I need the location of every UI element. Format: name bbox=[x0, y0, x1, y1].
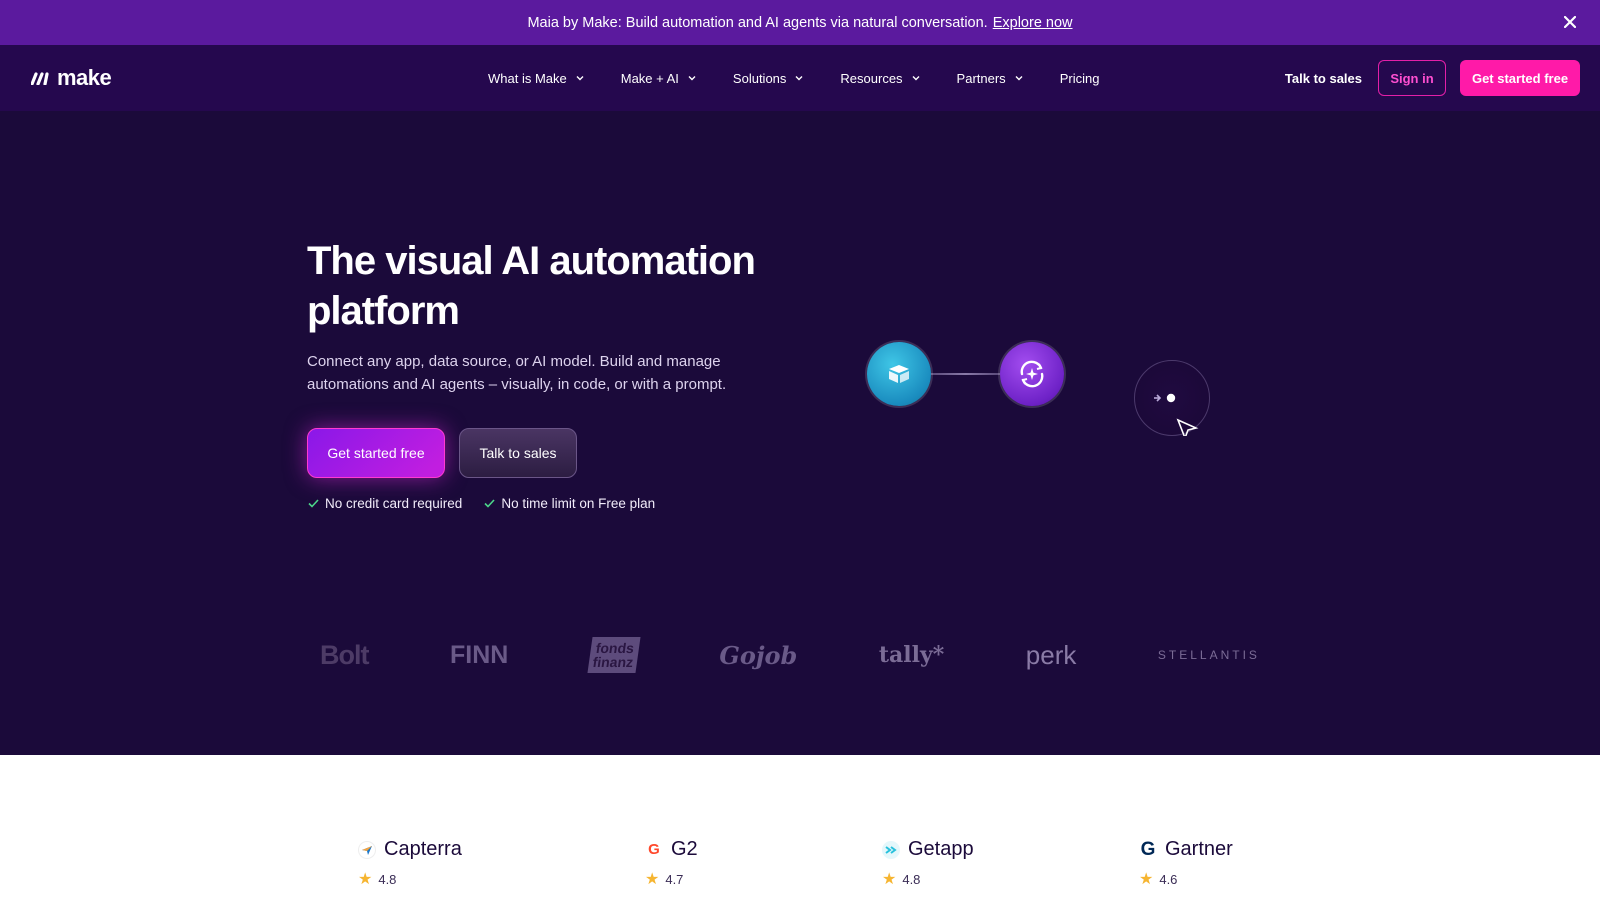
main-navbar: make What is Make Make + AI Solutions Re… bbox=[0, 45, 1600, 111]
rating-score: 4.8 bbox=[378, 871, 397, 887]
chevron-down-icon bbox=[912, 76, 920, 81]
nav-actions: Talk to sales Sign in Get started free bbox=[1285, 60, 1580, 96]
ratings-section bbox=[0, 755, 1600, 900]
announcement-bar: Maia by Make: Build automation and AI ag… bbox=[0, 0, 1600, 45]
check-label: No credit card required bbox=[325, 496, 463, 511]
capterra-icon bbox=[358, 840, 376, 859]
nav-item-resources[interactable]: Resources bbox=[840, 71, 920, 86]
chevron-down-icon bbox=[795, 76, 803, 81]
rating-score: 4.8 bbox=[902, 871, 921, 887]
talk-to-sales-button[interactable]: Talk to sales bbox=[459, 428, 577, 478]
star-icon: ★ bbox=[882, 871, 897, 888]
nav-item-solutions[interactable]: Solutions bbox=[733, 71, 804, 86]
rating-gartner[interactable]: G Gartner ★ 4.6 bbox=[1139, 838, 1233, 889]
talk-to-sales-link[interactable]: Talk to sales bbox=[1285, 71, 1362, 86]
star-icon: ★ bbox=[645, 871, 660, 888]
nav-item-pricing[interactable]: Pricing bbox=[1060, 71, 1100, 86]
getapp-icon bbox=[882, 840, 900, 859]
rating-score: 4.6 bbox=[1159, 871, 1178, 887]
check-icon bbox=[308, 499, 319, 508]
rating-score: 4.7 bbox=[665, 871, 684, 887]
nav-item-make-ai[interactable]: Make + AI bbox=[621, 71, 697, 86]
logo-stellantis: STELLANTIS bbox=[1157, 648, 1260, 662]
make-logo[interactable]: make bbox=[31, 65, 112, 91]
logo-perk: perk bbox=[1025, 639, 1077, 670]
rating-name: Gartner bbox=[1165, 838, 1233, 860]
nav-item-label: Pricing bbox=[1059, 70, 1100, 86]
ai-module-node bbox=[1000, 342, 1064, 406]
brand-name: make bbox=[57, 65, 112, 90]
check-label: No time limit on Free plan bbox=[501, 496, 656, 511]
hero-subtitle: Connect any app, data source, or AI mode… bbox=[307, 353, 727, 393]
box-icon bbox=[889, 365, 909, 383]
chevron-down-icon bbox=[576, 76, 584, 81]
rating-getapp[interactable]: Getapp ★ 4.8 bbox=[882, 838, 974, 889]
logo-bolt: Bolt bbox=[320, 639, 369, 670]
check-item: No time limit on Free plan bbox=[484, 496, 655, 511]
chevron-down-icon bbox=[1015, 76, 1023, 81]
gartner-icon: G bbox=[1140, 838, 1156, 860]
g2-icon: G bbox=[648, 841, 660, 858]
nav-item-label: Make + AI bbox=[620, 70, 679, 86]
chevron-down-icon bbox=[688, 76, 696, 81]
logo-gojob: Gojob bbox=[719, 640, 798, 670]
logo-finn: FINN bbox=[450, 640, 509, 669]
check-icon bbox=[484, 499, 495, 508]
nav-links: What is Make Make + AI Solutions Resourc… bbox=[488, 45, 1135, 111]
explore-now-link[interactable]: Explore now bbox=[993, 15, 1073, 31]
nav-item-label: Resources bbox=[840, 70, 903, 86]
add-module-ring[interactable] bbox=[1134, 360, 1210, 436]
rating-name: G2 bbox=[671, 838, 698, 860]
logo-tally: tally* bbox=[878, 642, 945, 668]
ai-sparkle-icon bbox=[1020, 360, 1044, 388]
nav-item-label: Partners bbox=[956, 70, 1006, 86]
star-icon: ★ bbox=[358, 871, 373, 888]
rating-name: Getapp bbox=[908, 838, 974, 860]
star-icon: ★ bbox=[1139, 871, 1154, 888]
customer-logos: Bolt FINN fonds finanz Gojob tally* perk… bbox=[320, 630, 1260, 680]
logo-fonds-finanz: fonds finanz bbox=[587, 637, 641, 673]
nav-item-label: Solutions bbox=[732, 70, 787, 86]
get-started-nav-button[interactable]: Get started free bbox=[1460, 60, 1580, 96]
workflow-connector bbox=[931, 373, 1000, 375]
check-item: No credit card required bbox=[308, 496, 462, 511]
sign-in-button[interactable]: Sign in bbox=[1378, 60, 1446, 96]
get-started-button[interactable]: Get started free bbox=[307, 428, 445, 478]
cursor-indicator-icon bbox=[1154, 393, 1199, 436]
rating-capterra[interactable]: Capterra ★ 4.8 bbox=[358, 838, 462, 889]
close-icon[interactable] bbox=[1560, 12, 1580, 32]
hero-title: The visual AI automation platform bbox=[307, 239, 756, 333]
hero-checklist: No credit card required No time limit on… bbox=[308, 496, 655, 511]
nav-item-partners[interactable]: Partners bbox=[957, 71, 1024, 86]
app-module-node bbox=[867, 342, 931, 406]
nav-item-label: What is Make bbox=[488, 70, 567, 86]
announcement-text: Maia by Make: Build automation and AI ag… bbox=[527, 14, 988, 31]
rating-g2[interactable]: G G2 ★ 4.7 bbox=[645, 838, 698, 889]
nav-item-what-is-make[interactable]: What is Make bbox=[488, 71, 585, 86]
rating-name: Capterra bbox=[384, 838, 462, 860]
make-logo-icon bbox=[31, 72, 49, 85]
